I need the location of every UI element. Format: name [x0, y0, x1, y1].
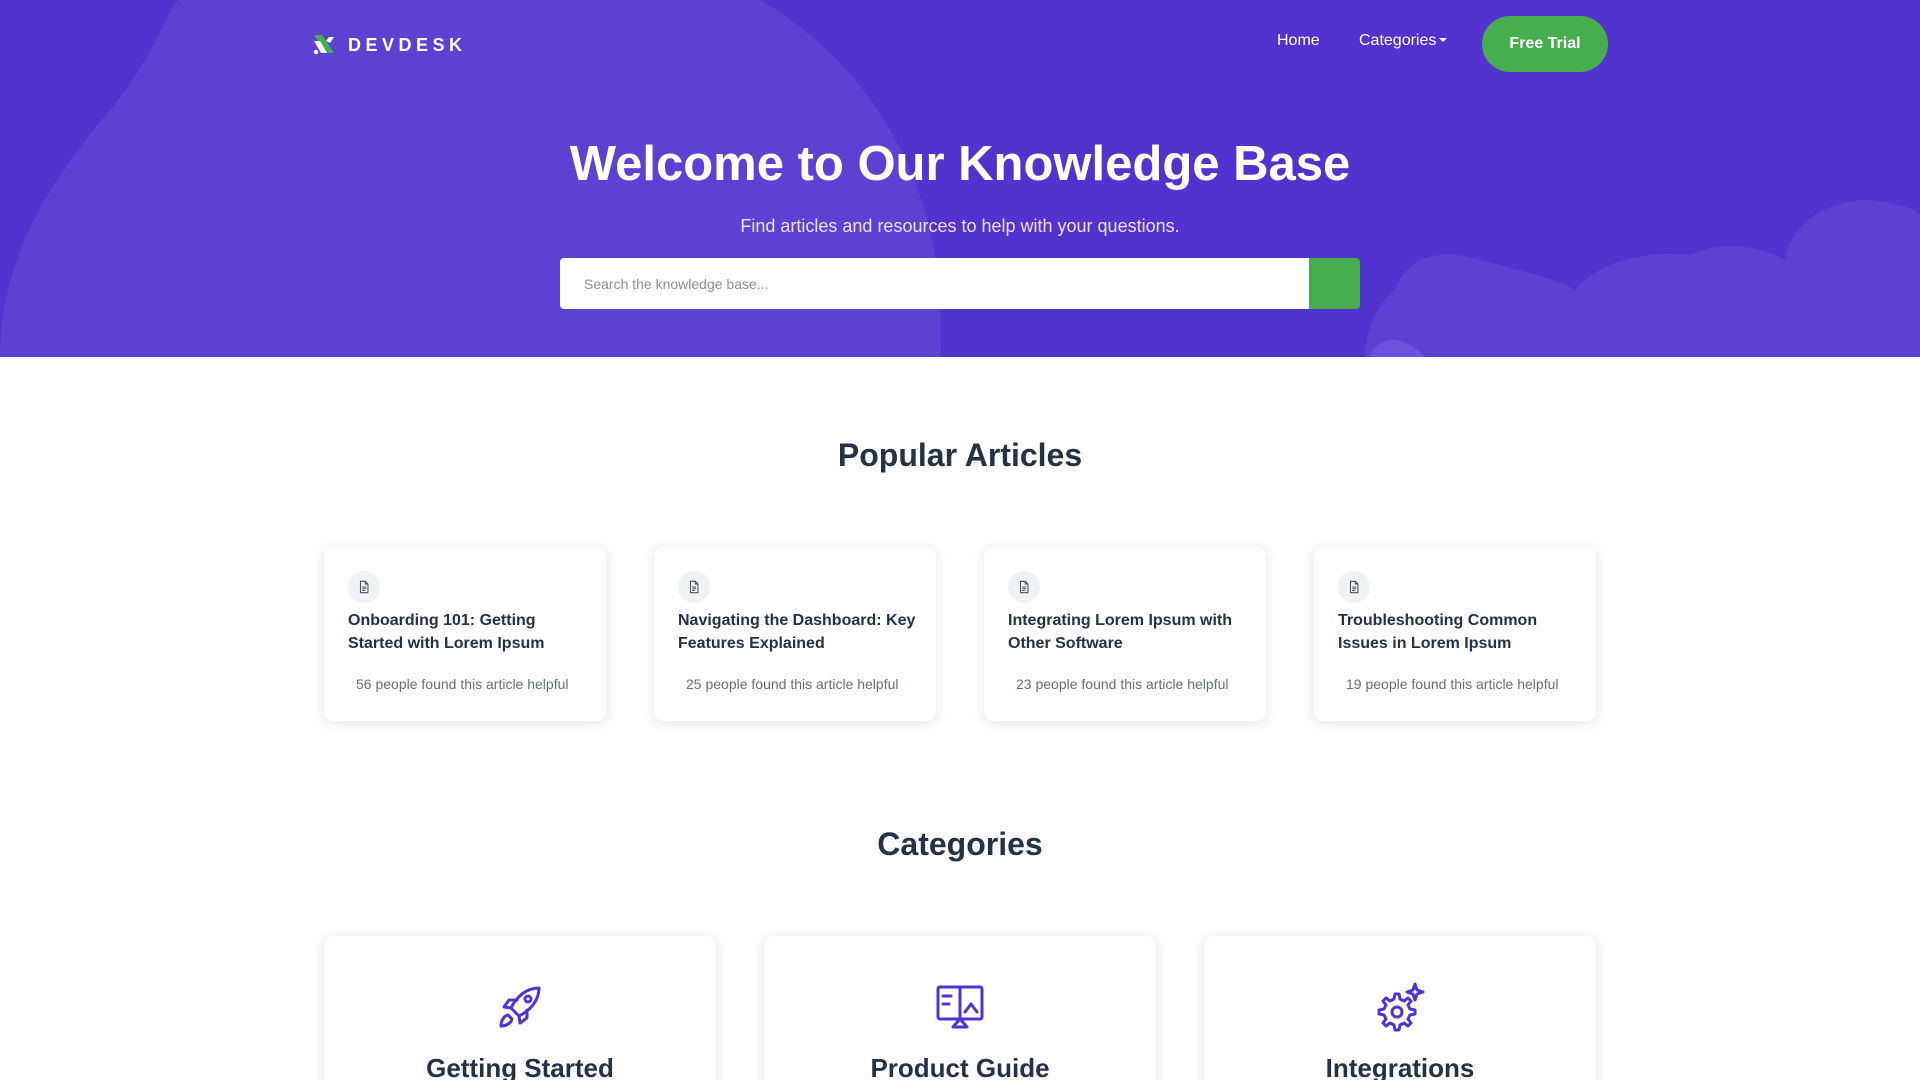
document-icon — [1338, 571, 1370, 603]
popular-articles-heading: Popular Articles — [837, 437, 1083, 473]
article-title: Integrating Lorem Ipsum with Other Softw… — [1008, 612, 1233, 652]
page-title: Welcome to Our Knowledge Base — [569, 137, 1351, 191]
hero-banner: DEVDESK Home Categories Free Trial Welco… — [0, 0, 1920, 357]
search-bar — [560, 258, 1360, 309]
category-title: Integrations — [1325, 1053, 1475, 1080]
top-navbar: DEVDESK Home Categories Free Trial — [0, 0, 1920, 88]
rocket-icon — [499, 986, 541, 1028]
brand-logo[interactable]: DEVDESK — [312, 33, 467, 57]
categories-heading: Categories — [877, 826, 1043, 862]
search-button[interactable] — [1309, 258, 1360, 309]
category-card-integrations[interactable]: Integrations — [1204, 936, 1596, 1080]
article-helpful-count: 25 people found this article helpful — [686, 676, 899, 692]
document-icon — [678, 571, 710, 603]
article-card[interactable]: Troubleshooting Common Issues in Lorem I… — [1314, 547, 1596, 721]
article-helpful-count: 23 people found this article helpful — [1016, 676, 1229, 692]
free-trial-button[interactable]: Free Trial — [1482, 16, 1608, 72]
category-card-product-guide[interactable]: Product Guide — [764, 936, 1156, 1080]
nav-categories-dropdown[interactable]: Categories — [1359, 32, 1448, 50]
article-title: Troubleshooting Common Issues in Lorem I… — [1338, 612, 1538, 652]
caret-down-icon — [1439, 37, 1448, 42]
nav-home-link[interactable]: Home — [1277, 32, 1320, 50]
gear-sparkle-icon — [1377, 982, 1425, 1032]
page-subtitle: Find articles and resources to help with… — [740, 216, 1180, 236]
devdesk-logo-icon — [313, 35, 334, 55]
article-title: Navigating the Dashboard: Key Features E… — [678, 612, 916, 652]
nav-categories-label: Categories — [1359, 32, 1437, 49]
document-icon — [1008, 571, 1040, 603]
article-title: Onboarding 101: Getting Started with Lor… — [348, 612, 545, 652]
category-card-getting-started[interactable]: Getting Started — [324, 936, 716, 1080]
article-card[interactable]: Onboarding 101: Getting Started with Lor… — [324, 547, 606, 721]
search-input[interactable] — [560, 258, 1309, 309]
category-title: Getting Started — [426, 1053, 614, 1080]
article-helpful-count: 19 people found this article helpful — [1346, 676, 1559, 692]
article-card[interactable]: Navigating the Dashboard: Key Features E… — [654, 547, 936, 721]
category-title: Product Guide — [870, 1053, 1050, 1080]
monitor-icon — [936, 985, 984, 1029]
brand-name: DEVDESK — [348, 34, 467, 55]
article-helpful-count: 56 people found this article helpful — [356, 676, 569, 692]
document-icon — [348, 571, 380, 603]
article-card[interactable]: Integrating Lorem Ipsum with Other Softw… — [984, 547, 1266, 721]
